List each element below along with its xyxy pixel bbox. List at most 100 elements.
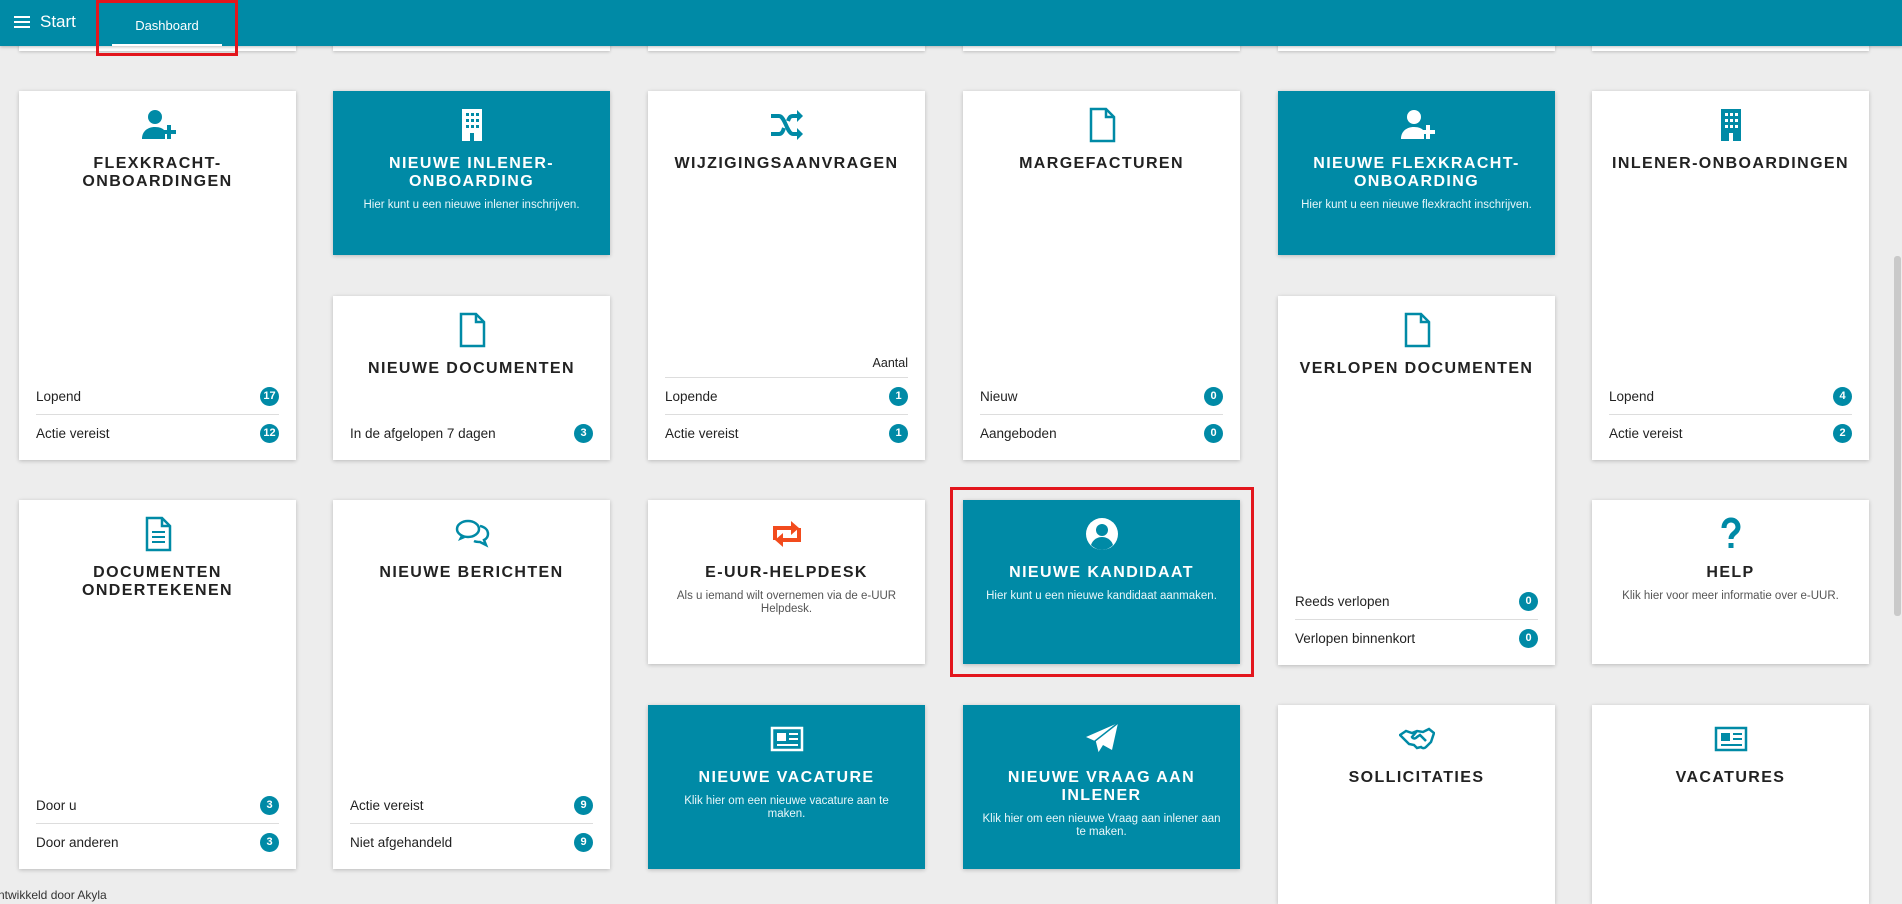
count-badge: 1 <box>889 386 908 406</box>
count-badge: 0 <box>1519 628 1538 648</box>
row-label: Aangeboden <box>980 425 1057 441</box>
scrollbar-thumb[interactable] <box>1894 256 1901 616</box>
card-documenten-ondertekenen[interactable]: DOCUMENTEN ONDERTEKENEN Door u 3 Door and… <box>19 500 296 869</box>
chat-bubbles-icon <box>455 519 489 548</box>
list-item[interactable]: Actie vereist 12 <box>36 414 279 451</box>
card-title: NIEUWE VRAAG AAN INLENER <box>1007 769 1196 804</box>
card-rows: Door u 3 Door anderen 3 <box>36 787 279 860</box>
card-margefacturen[interactable]: MARGEFACTUREN Nieuw 0 Aangeboden 0 <box>963 91 1240 460</box>
count-badge: 0 <box>1519 591 1538 611</box>
card-help[interactable]: HELP Klik hier voor meer informatie over… <box>1592 500 1869 664</box>
list-item[interactable]: Niet afgehandeld 9 <box>350 823 593 860</box>
list-item[interactable]: Lopend 4 <box>1609 378 1852 414</box>
card-rows: In de afgelopen 7 dagen 3 <box>350 415 593 451</box>
count-badge: 0 <box>1204 423 1223 443</box>
list-item[interactable]: Actie vereist 1 <box>665 414 908 451</box>
card-verlopen-documenten[interactable]: VERLOPEN DOCUMENTEN Reeds verlopen 0 Verl… <box>1278 296 1555 665</box>
user-plus-icon <box>141 110 176 139</box>
card-sollicitaties[interactable]: SOLLICITATIES <box>1278 705 1555 904</box>
card-title: DOCUMENTEN ONDERTEKENEN <box>81 564 234 599</box>
count-column-header: Aantal <box>665 356 908 378</box>
card-nieuwe-berichten[interactable]: NIEUWE BERICHTEN Actie vereist 9 Niet afg… <box>333 500 610 869</box>
list-item[interactable]: Aangeboden 0 <box>980 414 1223 451</box>
list-item[interactable]: Actie vereist 9 <box>350 787 593 823</box>
card-nieuwe-documenten[interactable]: NIEUWE DOCUMENTEN In de afgelopen 7 dage… <box>333 296 610 460</box>
retweet-icon <box>772 521 801 547</box>
active-tab-indicator <box>112 44 222 46</box>
page-scrollbar[interactable] <box>1892 46 1902 904</box>
building-icon <box>1720 109 1741 141</box>
card-rows: Nieuw 0 Aangeboden 0 <box>980 378 1223 451</box>
card-description: Klik hier om een nieuwe vacature aan te … <box>684 795 889 820</box>
list-item[interactable]: In de afgelopen 7 dagen 3 <box>350 415 593 451</box>
list-item[interactable]: Door anderen 3 <box>36 823 279 860</box>
card-rows: Aantal Lopende 1 Actie vereist 1 <box>665 356 908 451</box>
card-title: VERLOPEN DOCUMENTEN <box>1299 360 1534 377</box>
card-nieuwe-kandidaat[interactable]: NIEUWE KANDIDAAT Hier kunt u een nieuwe … <box>963 500 1240 664</box>
top-navigation-bar: Start Dashboard <box>0 0 1902 56</box>
count-badge: 0 <box>1204 386 1223 406</box>
count-badge: 3 <box>260 832 279 852</box>
list-item[interactable]: Nieuw 0 <box>980 378 1223 414</box>
card-title: FLEXKRACHT-ONBOARDINGEN <box>82 155 233 190</box>
card-title: NIEUWE KANDIDAAT <box>1009 564 1194 581</box>
card-title: MARGEFACTUREN <box>1019 155 1184 172</box>
card-title: NIEUWE BERICHTEN <box>379 564 564 581</box>
card-description: Hier kunt u een nieuwe inlener inschrijv… <box>363 199 580 211</box>
list-item[interactable]: Verlopen binnenkort 0 <box>1295 619 1538 656</box>
card-description: Hier kunt u een nieuwe kandidaat aanmake… <box>986 590 1217 602</box>
document-icon <box>1404 312 1430 348</box>
list-item[interactable]: Actie vereist 2 <box>1609 414 1852 451</box>
count-badge: 17 <box>260 386 279 406</box>
list-item[interactable]: Reeds verlopen 0 <box>1295 583 1538 619</box>
footer-credit: ntwikkeld door Akyla <box>0 888 107 902</box>
card-nieuwe-inlener-onboarding[interactable]: NIEUWE INLENER-ONBOARDING Hier kunt u ee… <box>333 91 610 255</box>
list-item[interactable]: Lopende 1 <box>665 378 908 414</box>
start-label: Start <box>40 12 76 31</box>
start-menu-button[interactable]: Start <box>14 12 76 32</box>
card-nieuwe-flexkracht-onboarding[interactable]: NIEUWE FLEXKRACHT-ONBOARDING Hier kunt u… <box>1278 91 1555 255</box>
row-label: Actie vereist <box>1609 425 1683 441</box>
newspaper-icon <box>1714 726 1747 752</box>
card-title: NIEUWE INLENER-ONBOARDING <box>389 155 554 190</box>
card-title: HELP <box>1706 564 1755 581</box>
card-description: Klik hier voor meer informatie over e-UU… <box>1622 590 1839 602</box>
count-badge: 9 <box>574 832 593 852</box>
question-icon <box>1721 517 1741 548</box>
document-icon <box>1089 107 1115 143</box>
card-title: WIJZIGINGSAANVRAGEN <box>674 155 899 172</box>
tab-dashboard[interactable]: Dashboard <box>96 0 238 56</box>
card-wijzigingsaanvragen[interactable]: WIJZIGINGSAANVRAGEN Aantal Lopende 1 Acti… <box>648 91 925 460</box>
card-title: NIEUWE VACATURE <box>698 769 875 786</box>
card-description: Hier kunt u een nieuwe flexkracht inschr… <box>1301 199 1532 211</box>
shuffle-icon <box>770 110 803 140</box>
card-flexkracht-onboardingen[interactable]: FLEXKRACHT-ONBOARDINGEN Lopend 17 Actie v… <box>19 91 296 460</box>
building-icon <box>461 109 482 141</box>
card-title: NIEUWE FLEXKRACHT-ONBOARDING <box>1313 155 1520 190</box>
card-vacatures[interactable]: VACATURES <box>1592 705 1869 904</box>
row-label: In de afgelopen 7 dagen <box>350 425 496 441</box>
row-label: Lopende <box>665 388 718 404</box>
card-inlener-onboardingen[interactable]: INLENER-ONBOARDINGEN Lopend 4 Actie verei… <box>1592 91 1869 460</box>
card-title: SOLLICITATIES <box>1348 769 1485 786</box>
row-label: Niet afgehandeld <box>350 834 453 850</box>
list-item[interactable]: Door u 3 <box>36 787 279 823</box>
card-nieuwe-vraag-aan-inlener[interactable]: NIEUWE VRAAG AAN INLENER Klik hier om ee… <box>963 705 1240 869</box>
row-label: Actie vereist <box>36 425 110 441</box>
tab-dashboard-label: Dashboard <box>135 18 199 33</box>
card-title: E-UUR-HELPDESK <box>705 564 868 581</box>
count-badge: 2 <box>1833 423 1852 443</box>
count-badge: 9 <box>574 795 593 815</box>
card-nieuwe-vacature[interactable]: NIEUWE VACATURE Klik hier om een nieuwe … <box>648 705 925 869</box>
row-label: Door u <box>36 797 77 813</box>
row-label: Lopend <box>1609 388 1655 404</box>
card-rows: Reeds verlopen 0 Verlopen binnenkort 0 <box>1295 583 1538 656</box>
list-item[interactable]: Lopend 17 <box>36 378 279 414</box>
row-label: Nieuw <box>980 388 1018 404</box>
card-e-uur-helpdesk[interactable]: E-UUR-HELPDESK Als u iemand wilt overnem… <box>648 500 925 664</box>
row-label: Door anderen <box>36 834 119 850</box>
count-badge: 4 <box>1833 386 1852 406</box>
row-label: Verlopen binnenkort <box>1295 630 1416 646</box>
count-badge: 1 <box>889 423 908 443</box>
user-circle-icon <box>1085 518 1118 550</box>
